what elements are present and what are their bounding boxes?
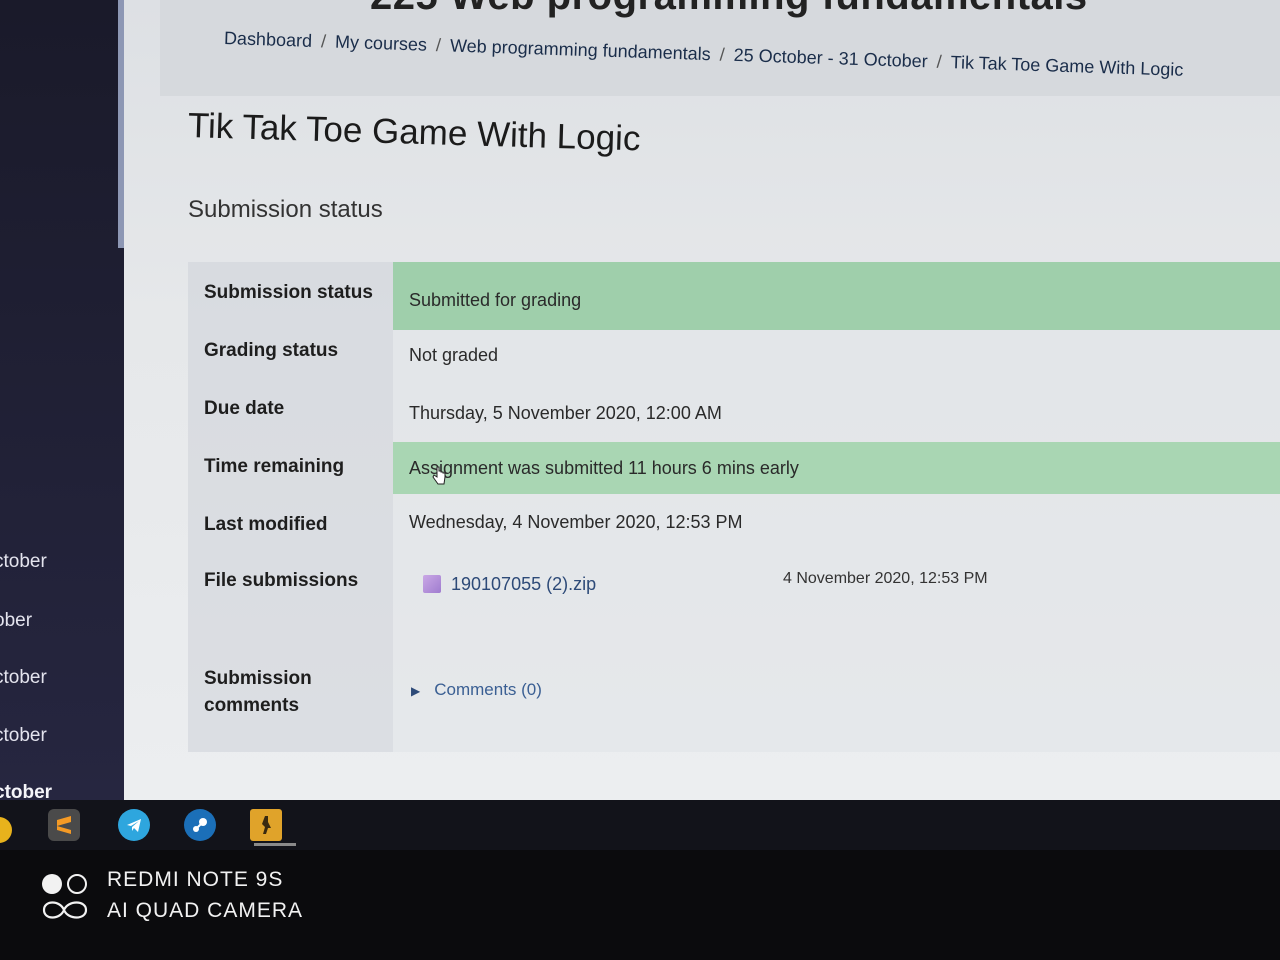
breadcrumb-separator: / [435, 35, 442, 56]
steam-icon[interactable] [184, 809, 216, 841]
table-row-submission-comments: Submission comments ▶ Comments (0) [188, 642, 1280, 752]
status-value: Submitted for grading [409, 290, 582, 310]
breadcrumb-course[interactable]: Web programming fundamentals [450, 36, 711, 65]
row-label: Last modified [204, 514, 328, 535]
section-heading: Submission status [188, 196, 383, 223]
taskbar [0, 800, 1280, 850]
breadcrumb: Dashboard / My courses / Web programming fun… [224, 28, 1184, 81]
table-row-submission-status: Submission status Submitted for grading [188, 262, 1280, 330]
counter-strike-icon[interactable] [250, 809, 282, 841]
breadcrumb-separator: / [936, 51, 943, 72]
page-header: 225 Web programming fundamentals Dashboa… [160, 0, 1280, 96]
comments-link[interactable]: Comments (0) [434, 680, 542, 699]
sidebar-item-week[interactable]: ober [0, 610, 32, 632]
caret-right-icon: ▶ [411, 684, 421, 698]
file-download-link[interactable]: 190107055 (2).zip [451, 574, 596, 595]
breadcrumb-dashboard[interactable]: Dashboard [224, 28, 313, 51]
course-title: 225 Web programming fundamentals [370, 0, 1088, 19]
breadcrumb-separator: / [320, 31, 327, 52]
row-label: Time remaining [204, 456, 345, 477]
page-title: Tik Tak Toe Game With Logic [187, 106, 641, 159]
row-label: comments [204, 695, 300, 716]
telegram-icon[interactable] [118, 809, 150, 841]
main-content: 225 Web programming fundamentals Dashboa… [124, 0, 1280, 800]
sublime-text-icon[interactable] [48, 809, 80, 841]
sidebar-item-week[interactable]: ctober [0, 551, 47, 573]
table-row-due-date: Due date Thursday, 5 November 2020, 12:0… [188, 386, 1280, 442]
quad-camera-logo-icon [42, 874, 88, 919]
row-label: Due date [204, 398, 285, 419]
course-index-sidebar: ctober ober ctober ctober ctober [0, 0, 124, 803]
row-label: Grading status [204, 340, 339, 361]
zip-file-icon [423, 575, 441, 593]
time-remaining-value: Assignment was submitted 11 hours 6 mins… [409, 458, 799, 478]
breadcrumb-my-courses[interactable]: My courses [335, 32, 428, 55]
sidebar-item-week[interactable]: ctober [0, 725, 47, 747]
file-timestamp: 4 November 2020, 12:53 PM [783, 570, 988, 587]
breadcrumb-assignment[interactable]: Tik Tak Toe Game With Logic [950, 52, 1183, 80]
row-label: File submissions [204, 570, 359, 591]
row-label: Submission status [204, 282, 373, 303]
table-row-grading-status: Grading status Not graded [188, 330, 1280, 386]
watermark-model: REDMI NOTE 9S [107, 868, 284, 891]
breadcrumb-separator: / [719, 44, 726, 65]
comments-toggle[interactable]: ▶ Comments (0) [411, 680, 542, 700]
active-app-indicator [254, 843, 296, 846]
table-row-file-submissions: File submissions 190107055 (2).zip 4 Nov… [188, 550, 1280, 642]
row-label: Submission [204, 668, 312, 689]
breadcrumb-week[interactable]: 25 October - 31 October [733, 45, 928, 71]
table-row-last-modified: Last modified Wednesday, 4 November 2020… [188, 494, 1280, 550]
table-row-time-remaining: Time remaining Assignment was submitted … [188, 442, 1280, 494]
due-date-value: Thursday, 5 November 2020, 12:00 AM [409, 403, 722, 423]
hand-cursor-icon [432, 466, 446, 485]
camera-watermark: REDMI NOTE 9S AI QUAD CAMERA [40, 868, 320, 928]
last-modified-value: Wednesday, 4 November 2020, 12:53 PM [409, 512, 743, 532]
browser-icon[interactable] [0, 817, 12, 843]
grading-value: Not graded [409, 345, 499, 365]
watermark-camera: AI QUAD CAMERA [107, 899, 304, 922]
sidebar-item-week[interactable]: ctober [0, 667, 47, 689]
